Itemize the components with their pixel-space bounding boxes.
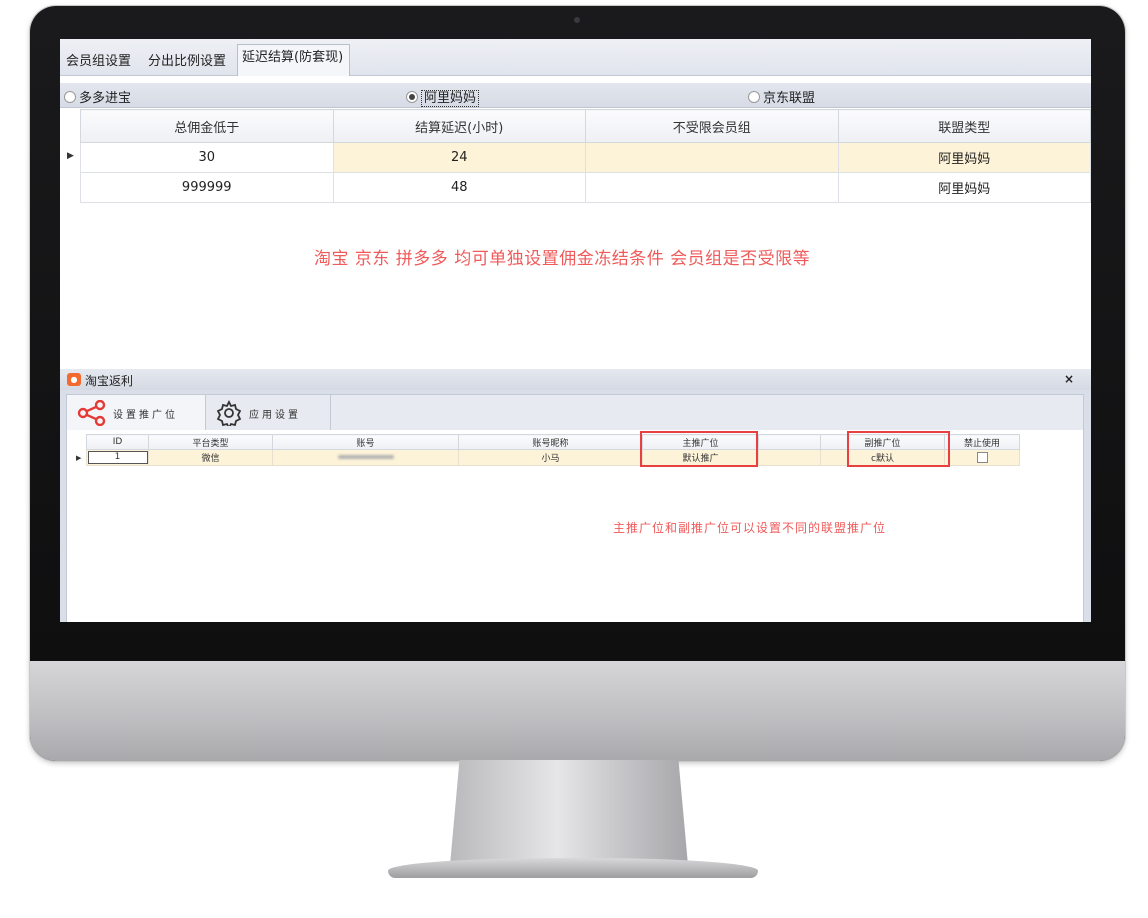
radio-label: 阿里妈妈 <box>421 90 480 107</box>
column-header[interactable]: 账号 <box>272 434 459 450</box>
cell-alliance-type[interactable]: 阿里妈妈 <box>837 172 1091 203</box>
cell-empty[interactable] <box>758 449 821 466</box>
monitor-base <box>388 858 758 878</box>
column-header[interactable]: ID <box>86 434 149 450</box>
gear-icon <box>216 400 242 426</box>
tab-delay-settlement[interactable]: 延迟结算(防套现) <box>237 44 351 76</box>
highlight-box-main <box>640 431 758 467</box>
tab-split-ratio[interactable]: 分出比例设置 <box>148 50 226 69</box>
radio-duoduo[interactable]: 多多进宝 <box>64 87 131 106</box>
cell-unrestricted-group[interactable] <box>585 142 839 173</box>
column-header[interactable]: 禁止使用 <box>944 434 1020 450</box>
tab-set-promotion-position[interactable]: 设置推广位 <box>67 395 206 430</box>
radio-button[interactable] <box>748 91 760 103</box>
radio-button[interactable] <box>64 91 76 103</box>
monitor-chin <box>30 661 1125 761</box>
annotation-lower: 主推广位和副推广位可以设置不同的联盟推广位 <box>613 521 887 535</box>
platform-radio-bar: 多多进宝 阿里妈妈 京东联盟 <box>60 83 1091 108</box>
window-title: 淘宝返利 <box>85 374 134 388</box>
column-header[interactable]: 总佣金低于 <box>80 109 334 143</box>
sub-tab-bar: 设置推广位 应用设置 <box>66 394 1084 431</box>
app-screen: 会员组设置 分出比例设置 延迟结算(防套现) 多多进宝 阿里妈妈 京东联盟 ▶ … <box>60 39 1091 622</box>
cell-platform[interactable]: 微信 <box>148 449 273 466</box>
tab-member-group[interactable]: 会员组设置 <box>66 50 131 69</box>
annotation-upper: 淘宝 京东 拼多多 均可单独设置佣金冻结条件 会员组是否受限等 <box>314 249 811 269</box>
cell-account[interactable] <box>272 449 459 466</box>
column-header[interactable]: 不受限会员组 <box>585 109 839 143</box>
column-header[interactable]: 联盟类型 <box>837 109 1091 143</box>
current-row-indicator: ▶ <box>76 454 82 462</box>
radio-label: 多多进宝 <box>79 91 132 106</box>
share-icon <box>77 400 106 426</box>
id-editor[interactable]: 1 <box>87 451 148 464</box>
cell-threshold[interactable]: 999999 <box>80 172 334 203</box>
camera-dot <box>574 17 580 23</box>
cell-unrestricted-group[interactable] <box>585 172 839 203</box>
highlight-box-sub <box>847 431 950 467</box>
table-row[interactable]: 30 24 阿里妈妈 <box>80 142 1091 173</box>
disable-checkbox[interactable] <box>976 452 988 463</box>
monitor-stand <box>450 760 688 865</box>
delay-settlement-grid: 总佣金低于 结算延迟(小时) 不受限会员组 联盟类型 30 24 阿里妈妈 99… <box>80 109 1091 203</box>
table-row[interactable]: 999999 48 阿里妈妈 <box>80 172 1091 203</box>
tab-app-settings[interactable]: 应用设置 <box>205 395 331 430</box>
taobao-rebate-window: ● 淘宝返利 × 设置推广位 应用设置 ▶ ID 平台类型 账号 账号昵称 主推… <box>60 369 1091 622</box>
column-header[interactable]: 平台类型 <box>148 434 273 450</box>
cell-alliance-type[interactable]: 阿里妈妈 <box>837 142 1091 173</box>
radio-alimama[interactable]: 阿里妈妈 <box>406 87 480 107</box>
cell-delay-hours[interactable]: 48 <box>332 172 586 203</box>
current-row-indicator: ▶ <box>67 151 74 161</box>
cell-id[interactable]: 1 <box>86 449 149 466</box>
promotion-position-panel: ▶ ID 平台类型 账号 账号昵称 主推广位 副推广位 禁止使用 1 微信 小马… <box>66 430 1084 622</box>
app-logo-icon: ● <box>67 373 81 386</box>
radio-label: 京东联盟 <box>763 91 816 106</box>
cell-disable[interactable] <box>944 449 1020 466</box>
column-header[interactable]: 结算延迟(小时) <box>332 109 586 143</box>
cell-delay-hours[interactable]: 24 <box>332 142 586 173</box>
column-header[interactable]: 账号昵称 <box>458 434 643 450</box>
cell-nickname[interactable]: 小马 <box>458 449 643 466</box>
cell-threshold[interactable]: 30 <box>80 142 334 173</box>
radio-button-selected[interactable] <box>406 91 418 103</box>
column-header[interactable] <box>758 434 821 450</box>
blurred-account <box>337 455 394 459</box>
tab-label: 应用设置 <box>249 410 301 421</box>
tab-label: 设置推广位 <box>113 410 178 421</box>
top-tab-bar: 会员组设置 分出比例设置 延迟结算(防套现) <box>60 39 1091 76</box>
close-icon[interactable]: × <box>1064 372 1074 386</box>
radio-jd[interactable]: 京东联盟 <box>748 87 815 106</box>
window-titlebar: ● 淘宝返利 × <box>60 369 1091 390</box>
